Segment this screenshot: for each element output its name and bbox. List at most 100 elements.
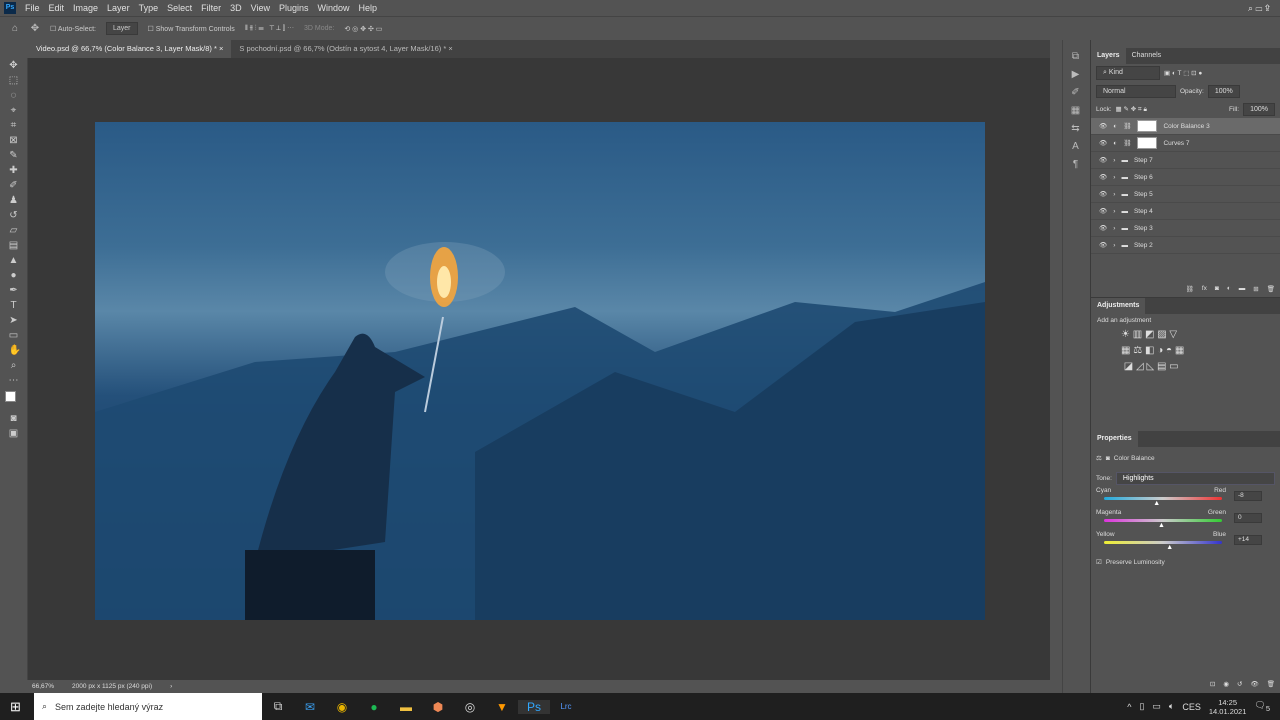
slider-thumb[interactable]: ▲ xyxy=(1153,500,1160,507)
task-view-icon[interactable]: ⧉ xyxy=(262,699,294,714)
marquee-icon[interactable]: ⬚ xyxy=(9,76,19,86)
zoom-level[interactable]: 66,67% xyxy=(32,683,54,690)
chevron-right-icon[interactable]: › xyxy=(1113,157,1115,164)
clip-icon[interactable]: ⊡ xyxy=(1210,680,1215,688)
canvas-area[interactable] xyxy=(28,58,1050,680)
eye-icon[interactable]: 👁︎ xyxy=(1099,224,1107,232)
mask-icon[interactable]: ◙ xyxy=(1215,285,1219,292)
properties-icon[interactable]: ⇆ xyxy=(1071,124,1081,134)
eye-icon[interactable]: 👁︎ xyxy=(1099,122,1107,130)
more-icon[interactable]: ⋯ xyxy=(9,376,19,386)
move-icon[interactable]: ✥ xyxy=(9,61,19,71)
layer-select[interactable]: Layer xyxy=(105,22,138,35)
menu-file[interactable]: File xyxy=(25,3,40,13)
layer-row[interactable]: 👁︎ › ▬ Step 3 xyxy=(1091,220,1280,237)
stamp-icon[interactable]: ♟ xyxy=(9,196,19,206)
type-icon[interactable]: T xyxy=(9,301,19,311)
move-tool-icon[interactable]: ✥ xyxy=(30,23,40,34)
obs-icon[interactable]: ◎ xyxy=(454,700,486,714)
chevron-right-icon[interactable]: › xyxy=(1113,191,1115,198)
taskbar-search[interactable]: ⌕ Sem zadejte hledaný výraz xyxy=(34,693,262,720)
device-icon[interactable]: ▯ xyxy=(1139,701,1144,712)
spotify-icon[interactable]: ● xyxy=(358,700,390,714)
link-icon[interactable]: ⛓ xyxy=(1186,285,1194,293)
history-icon[interactable]: ⧉ xyxy=(1071,52,1081,62)
blur-icon[interactable]: ▲ xyxy=(9,256,19,266)
eye-icon[interactable]: 👁︎ xyxy=(1099,173,1107,181)
menu-layer[interactable]: Layer xyxy=(107,3,130,13)
healing-icon[interactable]: ✚ xyxy=(9,166,19,176)
blend-mode-select[interactable]: Normal xyxy=(1096,84,1176,98)
menu-plugins[interactable]: Plugins xyxy=(279,3,309,13)
layer-mask-thumbnail[interactable] xyxy=(1137,120,1158,132)
eyedropper-icon[interactable]: ✎ xyxy=(9,151,19,161)
menu-edit[interactable]: Edit xyxy=(49,3,65,13)
preserve-luminosity-checkbox[interactable]: ☑ Preserve Luminosity xyxy=(1091,553,1280,571)
menu-window[interactable]: Window xyxy=(318,3,350,13)
auto-select-checkbox[interactable]: ☐ Auto-Select: xyxy=(50,25,96,33)
align-icons[interactable]: ⫴ ⫵ ⫶ ☰ ⊤ ⊥ ⫿ ⋯ xyxy=(245,25,294,33)
view-previous-icon[interactable]: ◉ xyxy=(1223,680,1229,688)
visibility-icon[interactable]: 👁︎ xyxy=(1250,680,1258,688)
menu-help[interactable]: Help xyxy=(359,3,378,13)
chrome-icon[interactable]: ◉ xyxy=(326,700,358,714)
tab-s-pochodni[interactable]: S pochodní.psd @ 66,7% (Odstín a sytost … xyxy=(231,40,460,58)
layer-row[interactable]: 👁︎ › ▬ Step 2 xyxy=(1091,237,1280,254)
slider-value-input[interactable]: -8 xyxy=(1234,491,1262,501)
menu-select[interactable]: Select xyxy=(167,3,192,13)
tab-video[interactable]: Video.psd @ 66,7% (Color Balance 3, Laye… xyxy=(28,40,232,58)
shape-icon[interactable]: ▭ xyxy=(9,331,19,341)
adjustments-title[interactable]: Adjustments xyxy=(1091,298,1146,314)
layer-row[interactable]: 👁︎ › ▬ Step 5 xyxy=(1091,186,1280,203)
layer-row[interactable]: 👁︎ ◐ ⛓ Curves 7 xyxy=(1091,135,1280,152)
folder-icon[interactable]: ▬ xyxy=(1239,285,1246,292)
chevron-right-icon[interactable]: › xyxy=(1113,208,1115,215)
chevron-right-icon[interactable]: › xyxy=(1113,225,1115,232)
menu-image[interactable]: Image xyxy=(73,3,98,13)
opacity-input[interactable]: 100% xyxy=(1207,84,1240,98)
chevron-right-icon[interactable]: › xyxy=(1113,242,1115,249)
lock-icons[interactable]: ▦ ✎ ✥ ⌗ 🔒︎ xyxy=(1116,105,1147,114)
pen-icon[interactable]: ✒ xyxy=(9,286,19,296)
properties-title[interactable]: Properties xyxy=(1091,431,1138,447)
layer-row[interactable]: 👁︎ › ▬ Step 6 xyxy=(1091,169,1280,186)
zoom-icon[interactable]: ⌕ xyxy=(9,361,19,371)
brush-settings-icon[interactable]: ✐ xyxy=(1071,88,1081,98)
color-swatches[interactable] xyxy=(4,391,23,409)
screen-mode-icon[interactable]: ▣ xyxy=(9,429,19,439)
photoshop-taskbar-icon[interactable]: Ps xyxy=(518,699,550,714)
vlc-icon[interactable]: ▼ xyxy=(486,700,518,714)
eye-icon[interactable]: 👁︎ xyxy=(1099,190,1107,198)
layer-mask-thumbnail[interactable] xyxy=(1137,137,1158,149)
tab-layers[interactable]: Layers xyxy=(1091,48,1126,64)
app-icon[interactable]: ⬢ xyxy=(422,700,454,714)
slider-value-input[interactable]: 0 xyxy=(1234,513,1262,523)
brush-icon[interactable]: ✐ xyxy=(9,181,19,191)
network-icon[interactable]: ▭ xyxy=(1152,701,1161,712)
layer-row[interactable]: 👁︎ › ▬ Step 7 xyxy=(1091,152,1280,169)
new-layer-icon[interactable]: ⊞ xyxy=(1253,285,1258,293)
file-explorer-icon[interactable]: ▬ xyxy=(390,700,422,714)
fx-icon[interactable]: fx xyxy=(1202,285,1207,292)
menu-view[interactable]: View xyxy=(251,3,270,13)
reset-icon[interactable]: ↺ xyxy=(1237,680,1242,688)
color-slider-track[interactable] xyxy=(1104,497,1222,500)
frame-icon[interactable]: ⊠ xyxy=(9,136,19,146)
mail-icon[interactable]: ✉ xyxy=(294,700,326,714)
slider-value-input[interactable]: +14 xyxy=(1234,535,1262,545)
show-transform-checkbox[interactable]: ☐ Show Transform Controls xyxy=(148,25,235,33)
home-icon[interactable]: ⌂ xyxy=(10,23,20,34)
trash-icon[interactable]: 🗑︎ xyxy=(1267,285,1275,293)
close-icon[interactable]: × xyxy=(448,44,452,53)
windows-start-icon[interactable]: ⊞ xyxy=(10,699,21,715)
eraser-icon[interactable]: ▱ xyxy=(9,226,19,236)
tone-select[interactable]: Highlights xyxy=(1115,471,1275,485)
eye-icon[interactable]: 👁︎ xyxy=(1099,241,1107,249)
slider-thumb[interactable]: ▲ xyxy=(1166,544,1173,551)
hand-icon[interactable]: ✋ xyxy=(9,346,21,356)
dodge-icon[interactable]: ● xyxy=(9,271,19,281)
close-icon[interactable]: × xyxy=(219,44,223,53)
paragraph-icon[interactable]: ¶ xyxy=(1071,160,1081,170)
3d-icons[interactable]: ⟲ ◎ ✥ ✣ ▭ xyxy=(344,25,382,33)
link-icon[interactable]: ⛓ xyxy=(1123,122,1131,130)
